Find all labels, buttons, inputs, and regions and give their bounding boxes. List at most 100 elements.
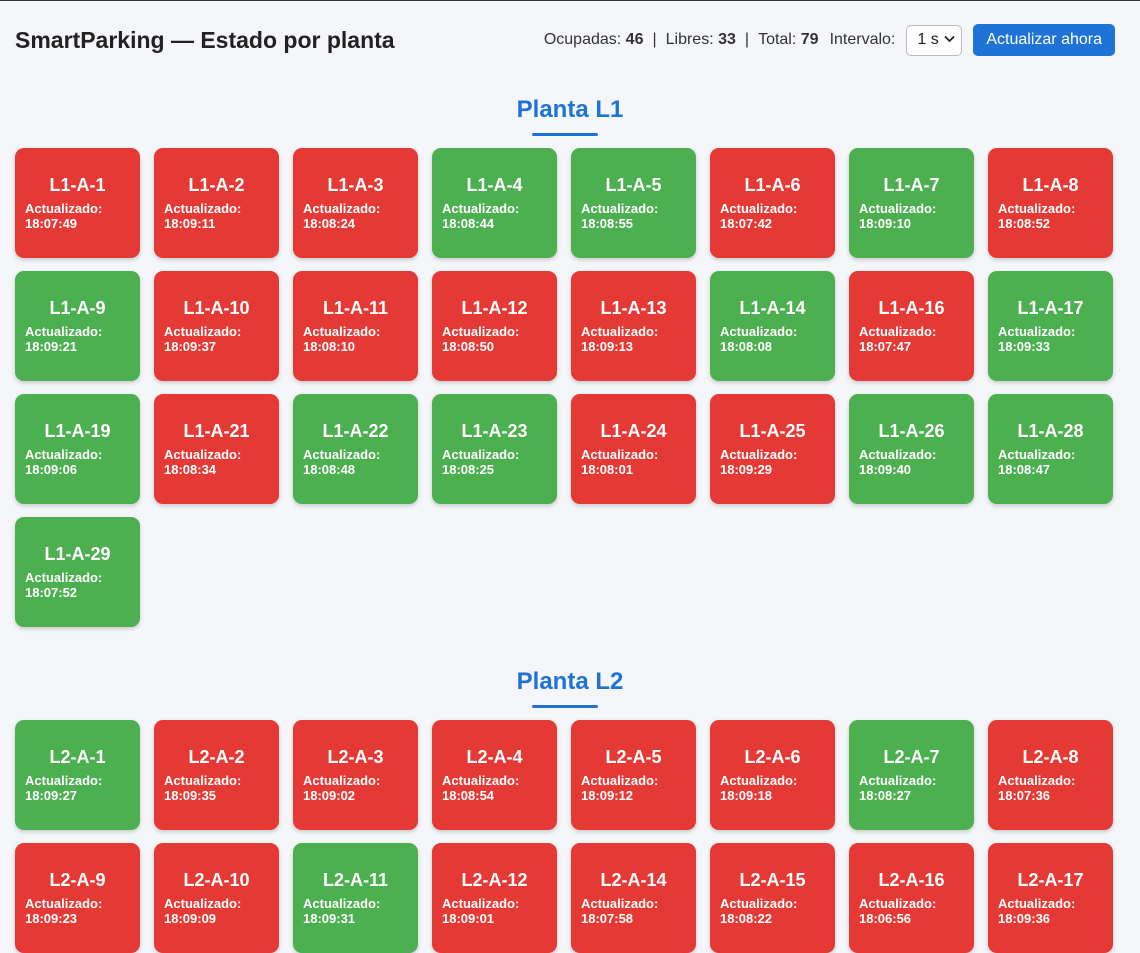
spot-updated-time: 18:07:58 (581, 911, 634, 926)
parking-spot-card: L1-A-6 Actualizado: 18:07:42 (710, 148, 835, 258)
spot-updated-time: 18:08:47 (998, 462, 1051, 477)
spot-id: L1-A-1 (49, 175, 106, 195)
spot-id: L2-A-2 (188, 747, 245, 767)
spot-updated-label: Actualizado: (581, 773, 659, 788)
spot-updated-time: 18:07:42 (720, 216, 773, 231)
spot-id: L2-A-3 (327, 747, 384, 767)
spot-updated-label: Actualizado: (303, 896, 381, 911)
spot-updated-time: 18:07:47 (859, 339, 912, 354)
spot-updated-label: Actualizado: (581, 201, 659, 216)
spot-updated-label: Actualizado: (303, 324, 381, 339)
spot-updated-label: Actualizado: (164, 447, 242, 462)
parking-spot-card: L1-A-5 Actualizado: 18:08:55 (571, 148, 696, 258)
parking-spot-card: L1-A-17 Actualizado: 18:09:33 (988, 271, 1113, 381)
spot-updated-label: Actualizado: (581, 447, 659, 462)
spot-updated-label: Actualizado: (164, 773, 242, 788)
spot-updated-time: 18:09:37 (164, 339, 217, 354)
spot-updated-time: 18:08:54 (442, 788, 495, 803)
spot-updated-time: 18:09:06 (25, 462, 78, 477)
spot-updated-time: 18:09:31 (303, 911, 356, 926)
spot-updated-time: 18:07:49 (25, 216, 78, 231)
spot-updated-label: Actualizado: (25, 570, 103, 585)
spot-updated-time: 18:09:29 (720, 462, 773, 477)
spot-updated-time: 18:09:35 (164, 788, 217, 803)
spot-id: L1-A-3 (327, 175, 384, 195)
spot-id: L2-A-1 (49, 747, 106, 767)
spot-id: L2-A-11 (322, 870, 389, 890)
spot-updated-time: 18:09:13 (581, 339, 634, 354)
spot-id: L1-A-23 (461, 421, 528, 441)
parking-spot-card: L1-A-10 Actualizado: 18:09:37 (154, 271, 279, 381)
spot-id: L2-A-10 (183, 870, 250, 890)
spot-updated-time: 18:08:48 (303, 462, 356, 477)
parking-spot-card: L1-A-23 Actualizado: 18:08:25 (432, 394, 557, 504)
spot-updated-label: Actualizado: (442, 201, 520, 216)
interval-select-value: 1 s (917, 31, 939, 48)
spot-updated-label: Actualizado: (720, 447, 798, 462)
spot-updated-label: Actualizado: (720, 896, 798, 911)
spot-updated-time: 18:09:02 (303, 788, 356, 803)
parking-spot-card: L1-A-11 Actualizado: 18:08:10 (293, 271, 418, 381)
spot-id: L1-A-28 (1017, 421, 1084, 441)
spot-updated-time: 18:07:52 (25, 585, 78, 600)
spot-id: L2-A-9 (49, 870, 106, 890)
spot-updated-time: 18:09:12 (581, 788, 634, 803)
spot-updated-label: Actualizado: (25, 447, 103, 462)
spot-updated-time: 18:08:10 (303, 339, 356, 354)
parking-spot-card: L1-A-29 Actualizado: 18:07:52 (15, 517, 140, 627)
spot-updated-label: Actualizado: (164, 896, 242, 911)
spot-updated-time: 18:08:50 (442, 339, 495, 354)
separator: | (652, 31, 657, 48)
parking-spot-card: L2-A-2 Actualizado: 18:09:35 (154, 720, 279, 830)
spot-updated-time: 18:08:34 (164, 462, 217, 477)
spot-updated-time: 18:09:40 (859, 462, 912, 477)
spot-id: L1-A-12 (461, 298, 528, 318)
spot-updated-time: 18:09:11 (164, 216, 216, 231)
spot-updated-time: 18:09:18 (720, 788, 773, 803)
spot-updated-time: 18:08:55 (581, 216, 634, 231)
spot-updated-label: Actualizado: (25, 324, 103, 339)
spot-id: L1-A-16 (878, 298, 945, 318)
spot-id: L2-A-7 (883, 747, 940, 767)
parking-spot-card: L1-A-2 Actualizado: 18:09:11 (154, 148, 279, 258)
parking-spot-card: L1-A-3 Actualizado: 18:08:24 (293, 148, 418, 258)
spot-id: L2-A-15 (739, 870, 806, 890)
parking-spot-card: L1-A-28 Actualizado: 18:08:47 (988, 394, 1113, 504)
spot-id: L2-A-5 (605, 747, 662, 767)
spot-updated-time: 18:09:09 (164, 911, 217, 926)
spot-id: L2-A-12 (461, 870, 528, 890)
spot-updated-label: Actualizado: (25, 896, 103, 911)
spot-updated-label: Actualizado: (442, 324, 520, 339)
spot-id: L2-A-17 (1017, 870, 1084, 890)
parking-spot-card: L2-A-10 Actualizado: 18:09:09 (154, 843, 279, 953)
parking-spot-card: L2-A-16 Actualizado: 18:06:56 (849, 843, 974, 953)
spot-updated-time: 18:08:24 (303, 216, 356, 231)
parking-spot-card: L1-A-22 Actualizado: 18:08:48 (293, 394, 418, 504)
spot-id: L1-A-14 (739, 298, 806, 318)
parking-spot-card: L2-A-1 Actualizado: 18:09:27 (15, 720, 140, 830)
spot-id: L2-A-14 (600, 870, 667, 890)
spot-id: L2-A-16 (878, 870, 945, 890)
parking-spot-card: L2-A-7 Actualizado: 18:08:27 (849, 720, 974, 830)
interval-select[interactable]: 1 s (906, 24, 963, 56)
spot-updated-label: Actualizado: (859, 896, 937, 911)
floor-title-l1: Planta L1 (516, 96, 624, 123)
spot-updated-time: 18:08:22 (720, 911, 773, 926)
spot-updated-label: Actualizado: (442, 896, 520, 911)
parking-spot-card: L1-A-21 Actualizado: 18:08:34 (154, 394, 279, 504)
spot-updated-time: 18:09:27 (25, 788, 78, 803)
refresh-now-button[interactable]: Actualizar ahora (973, 24, 1115, 56)
interval-label: Intervalo: (829, 31, 896, 48)
separator: | (744, 31, 750, 48)
spot-id: L1-A-2 (188, 175, 245, 195)
header-bar: SmartParking — Estado por planta Ocupada… (0, 1, 1140, 79)
spot-updated-time: 18:09:36 (998, 911, 1051, 926)
parking-spot-card: L2-A-8 Actualizado: 18:07:36 (988, 720, 1113, 830)
spot-updated-label: Actualizado: (164, 324, 242, 339)
parking-spot-card: L1-A-19 Actualizado: 18:09:06 (15, 394, 140, 504)
parking-spot-card: L2-A-14 Actualizado: 18:07:58 (571, 843, 696, 953)
spot-updated-label: Actualizado: (998, 201, 1076, 216)
chevron-down-icon (944, 34, 956, 46)
parking-spot-card: L1-A-1 Actualizado: 18:07:49 (15, 148, 140, 258)
spot-id: L1-A-7 (883, 175, 940, 195)
